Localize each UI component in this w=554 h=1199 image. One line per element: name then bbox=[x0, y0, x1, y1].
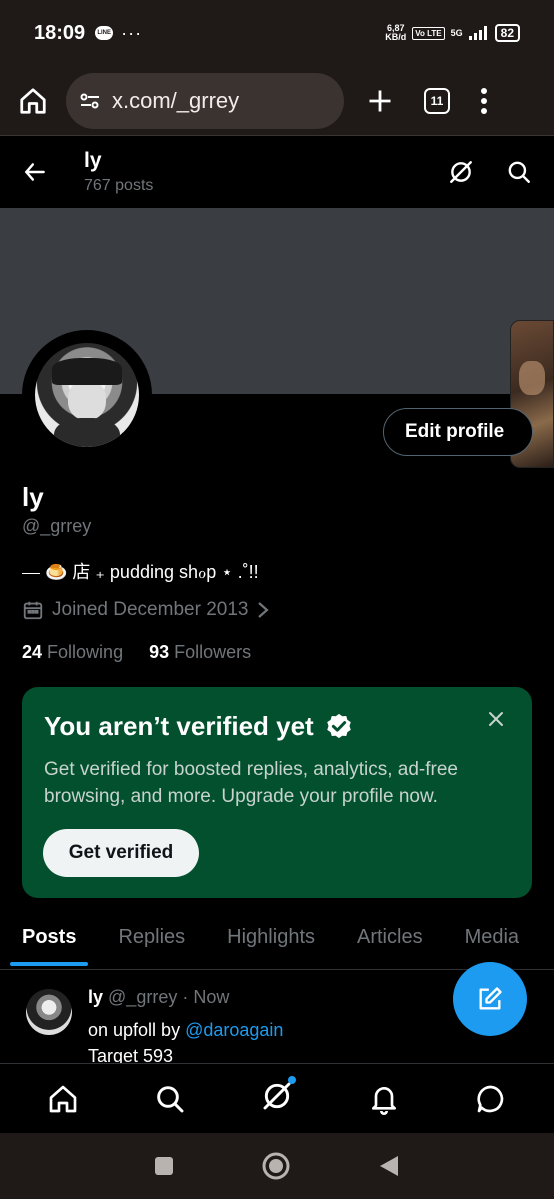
active-tab-indicator bbox=[10, 962, 88, 966]
home-button-icon[interactable] bbox=[261, 1151, 291, 1181]
address-bar[interactable]: x.com/_grrey bbox=[66, 72, 344, 129]
post-header: ly @_grrey · Now bbox=[88, 987, 229, 1008]
verify-title: You aren’t verified yet bbox=[44, 711, 314, 741]
tab-replies[interactable]: Replies bbox=[118, 926, 185, 949]
verify-description: Get verified for boosted replies, analyt… bbox=[44, 759, 458, 807]
followers-count: 93 bbox=[149, 642, 170, 662]
browser-toolbar: x.com/_grrey 11 bbox=[0, 66, 554, 136]
profile-avatar[interactable] bbox=[22, 330, 152, 460]
get-verified-button[interactable]: Get verified bbox=[43, 829, 199, 877]
more-notifications-icon: ··· bbox=[121, 22, 143, 43]
post-mention-link[interactable]: @daroagain bbox=[185, 1020, 283, 1040]
profile-bio: ⎯⎯ 🍮 店 ₊ pudding shℴp ⋆ .˚!! bbox=[22, 562, 259, 582]
profile-handle: @_grrey bbox=[22, 516, 92, 536]
speed-unit: KB/d bbox=[385, 32, 407, 42]
post-author-name[interactable]: ly bbox=[88, 987, 103, 1007]
follow-stats: 24 Following 93 Followers bbox=[22, 642, 251, 663]
recents-icon[interactable] bbox=[154, 1156, 174, 1176]
home-icon[interactable] bbox=[18, 86, 48, 116]
following-label: Following bbox=[47, 642, 124, 662]
joined-date[interactable]: Joined December 2013 bbox=[22, 599, 270, 621]
bottom-navigation bbox=[0, 1063, 554, 1133]
profile-name: ly bbox=[22, 482, 44, 512]
joined-text: Joined December 2013 bbox=[52, 599, 249, 620]
tab-highlights[interactable]: Highlights bbox=[227, 926, 315, 949]
post-meta: @_grrey · Now bbox=[108, 987, 230, 1007]
signal-icon bbox=[468, 26, 487, 40]
site-settings-icon[interactable] bbox=[78, 89, 102, 113]
header-name: ly bbox=[84, 149, 102, 172]
battery-icon: 82 bbox=[494, 24, 520, 42]
network-speed: 6,87 KB/d bbox=[385, 24, 406, 42]
grok-icon[interactable] bbox=[448, 159, 474, 185]
status-bar: 18:09 LINE ··· 6,87 KB/d Vo LTE 5G 82 bbox=[0, 0, 554, 66]
verified-badge-icon bbox=[326, 713, 351, 738]
compose-icon bbox=[479, 987, 502, 1010]
profile-tabs: Posts Replies Highlights Articles Media bbox=[0, 906, 554, 970]
post-avatar[interactable] bbox=[26, 989, 72, 1035]
grok-notification-dot bbox=[287, 1076, 296, 1084]
followers-link[interactable]: 93 Followers bbox=[149, 642, 251, 663]
compose-post-button[interactable] bbox=[453, 962, 527, 1036]
messages-icon[interactable] bbox=[475, 1083, 507, 1115]
network-type: 5G bbox=[450, 28, 463, 38]
tab-media[interactable]: Media bbox=[465, 926, 519, 949]
verification-promo-card: You aren’t verified yet Get verified for… bbox=[22, 687, 532, 898]
profile-header-bar: ly 767 posts bbox=[0, 137, 554, 207]
calendar-icon bbox=[23, 601, 43, 620]
chevron-right-icon bbox=[258, 602, 270, 618]
clock: 18:09 bbox=[34, 21, 86, 44]
back-triangle-icon[interactable] bbox=[378, 1154, 400, 1178]
post-text-prefix: on upfoll by bbox=[88, 1020, 186, 1040]
tab-posts[interactable]: Posts bbox=[22, 926, 76, 949]
new-tab-icon[interactable] bbox=[366, 87, 394, 115]
search-icon[interactable] bbox=[154, 1083, 186, 1115]
following-link[interactable]: 24 Following bbox=[22, 642, 123, 663]
back-arrow-icon[interactable] bbox=[22, 159, 48, 185]
grok-icon bbox=[263, 1082, 291, 1110]
system-navigation-bar bbox=[0, 1133, 554, 1199]
line-notification-icon: LINE bbox=[95, 26, 114, 40]
bell-icon[interactable] bbox=[368, 1083, 400, 1115]
search-icon[interactable] bbox=[506, 159, 532, 185]
tab-count: 11 bbox=[424, 87, 450, 114]
following-count: 24 bbox=[22, 642, 43, 662]
avatar-image bbox=[35, 343, 139, 447]
browser-menu-icon[interactable] bbox=[480, 87, 488, 114]
close-icon[interactable] bbox=[488, 711, 504, 727]
grok-nav-item[interactable] bbox=[261, 1076, 296, 1117]
post-text-line2: Target 593 bbox=[88, 1046, 174, 1063]
url-text[interactable]: x.com/_grrey bbox=[112, 88, 239, 114]
tab-articles[interactable]: Articles bbox=[357, 926, 423, 949]
post-text: on upfoll by @daroagain Target 593 bbox=[88, 1017, 283, 1063]
followers-label: Followers bbox=[174, 642, 252, 662]
tab-switcher-button[interactable]: 11 bbox=[424, 87, 450, 114]
volte-icon: Vo LTE bbox=[412, 26, 445, 40]
header-post-count: 767 posts bbox=[84, 177, 154, 194]
edit-profile-button[interactable]: Edit profile bbox=[383, 408, 533, 456]
home-icon[interactable] bbox=[47, 1083, 79, 1115]
